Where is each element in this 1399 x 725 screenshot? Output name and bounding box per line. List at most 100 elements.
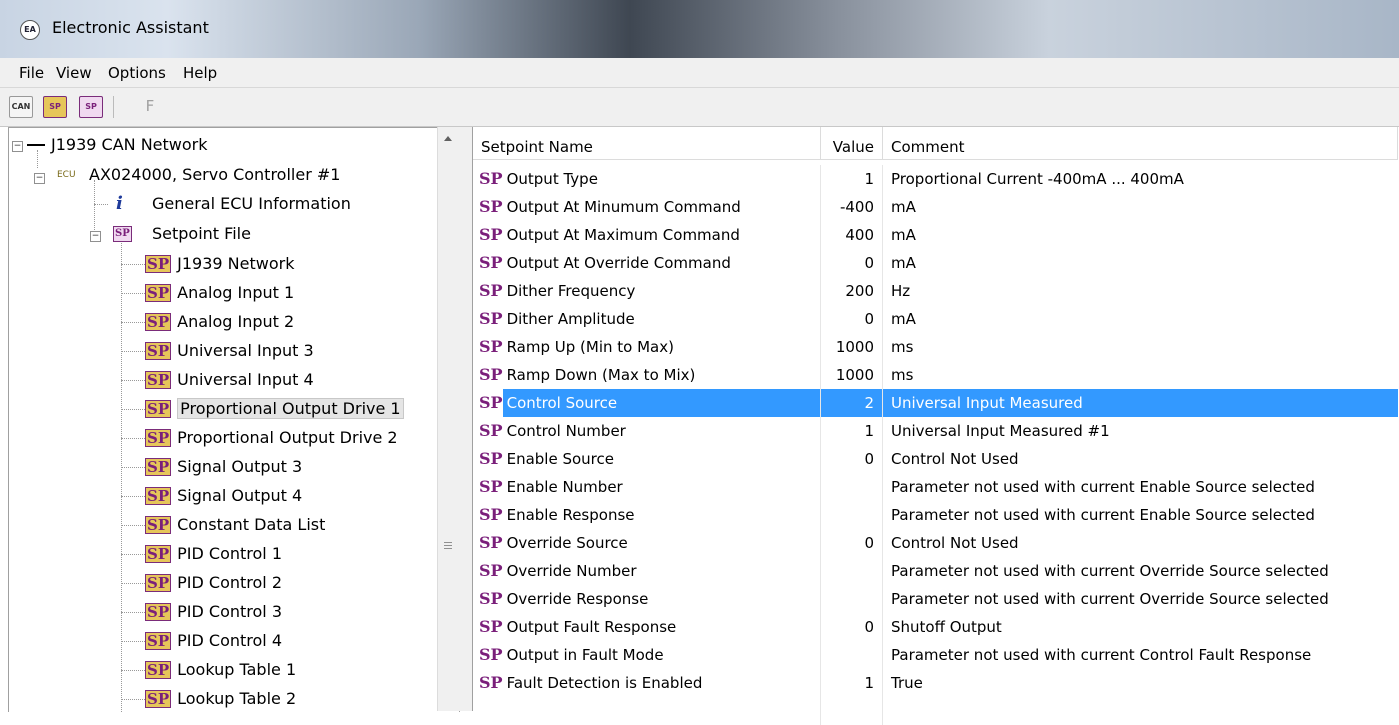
table-row[interactable]: SP Output At Override Command 0 mA — [473, 249, 1398, 277]
setpoint-comment: Parameter not used with current Override… — [891, 590, 1329, 608]
table-row[interactable]: SP Output in Fault Mode Parameter not used… — [473, 641, 1398, 669]
toolbar-separator — [113, 96, 114, 118]
sp-icon: SP — [145, 284, 172, 302]
setpoint-value[interactable]: -400 — [821, 193, 883, 221]
setpoint-comment: Proportional Current -400mA ... 400mA — [891, 170, 1184, 188]
setpoint-value[interactable]: 0 — [821, 529, 883, 557]
setpoint-value[interactable]: 0 — [821, 613, 883, 641]
save-setpoint-file-icon[interactable]: SP — [79, 96, 103, 118]
table-row[interactable]: SP Output Fault Response 0 Shutoff Output — [473, 613, 1398, 641]
scroll-grip-icon[interactable] — [444, 542, 452, 543]
collapse-icon[interactable]: − — [90, 231, 101, 242]
network-line-icon — [27, 144, 45, 146]
setpoint-grid: Setpoint Name Value Comment SP Output Typ… — [472, 127, 1399, 725]
table-row-selected[interactable]: SP Control Source 2 Universal Input Measure… — [473, 389, 1398, 417]
sp-icon: SP — [145, 458, 172, 476]
sp-icon: SP — [479, 337, 503, 356]
setpoint-value[interactable]: 2 — [821, 389, 883, 417]
table-row-empty — [473, 697, 1398, 725]
sp-icon: SP — [479, 645, 503, 664]
table-row[interactable]: SP Output Type 1 Proportional Current -400m… — [473, 165, 1398, 193]
column-header-value[interactable]: Value — [821, 127, 883, 159]
setpoint-name: Dither Frequency — [506, 282, 636, 300]
column-header-name[interactable]: Setpoint Name — [473, 127, 821, 159]
sp-icon: SP — [479, 617, 503, 636]
app-icon: EA — [20, 20, 40, 40]
sp-icon: SP — [479, 533, 503, 552]
info-icon: i — [116, 193, 123, 214]
setpoint-comment: Control Not Used — [891, 450, 1019, 468]
setpoint-value[interactable]: 400 — [821, 221, 883, 249]
tree-item-label: PID Control 3 — [177, 602, 282, 621]
setpoint-name: Enable Source — [506, 450, 614, 468]
setpoint-value[interactable]: 1000 — [821, 361, 883, 389]
pane-splitter[interactable] — [458, 127, 472, 711]
menu-file[interactable]: File — [19, 64, 44, 82]
sp-icon: SP — [145, 690, 172, 708]
table-row[interactable]: SP Enable Response Parameter not used with… — [473, 501, 1398, 529]
table-row[interactable]: SP Override Number Parameter not used with… — [473, 557, 1398, 585]
table-row[interactable]: SP Dither Frequency 200 Hz — [473, 277, 1398, 305]
sp-icon: SP — [145, 603, 172, 621]
flash-button[interactable]: F — [139, 96, 161, 116]
tree-item-label: PID Control 2 — [177, 573, 282, 592]
setpoint-value[interactable] — [821, 585, 883, 613]
setpoint-value[interactable]: 1 — [821, 417, 883, 445]
setpoint-value[interactable]: 0 — [821, 249, 883, 277]
sp-icon: SP — [479, 253, 503, 272]
table-row[interactable]: SP Fault Detection is Enabled 1 True — [473, 669, 1398, 697]
setpoint-name: Dither Amplitude — [506, 310, 635, 328]
sp-icon: SP — [479, 449, 503, 468]
setpoint-value[interactable]: 1 — [821, 669, 883, 697]
tree-item-label: Proportional Output Drive 2 — [177, 428, 398, 447]
table-row[interactable]: SP Dither Amplitude 0 mA — [473, 305, 1398, 333]
setpoint-value[interactable] — [821, 557, 883, 585]
setpoint-value[interactable]: 0 — [821, 305, 883, 333]
table-row[interactable]: SP Enable Source 0 Control Not Used — [473, 445, 1398, 473]
setpoint-comment: True — [891, 674, 923, 692]
can-network-icon[interactable]: CAN — [9, 96, 33, 118]
column-header-comment[interactable]: Comment — [883, 127, 1398, 159]
tree-item-label: PID Control 4 — [177, 631, 282, 650]
setpoint-comment: ms — [891, 366, 914, 384]
setpoint-value[interactable] — [821, 473, 883, 501]
table-row[interactable]: SP Override Response Parameter not used wi… — [473, 585, 1398, 613]
table-row[interactable]: SP Control Number 1 Universal Input Measure… — [473, 417, 1398, 445]
collapse-icon[interactable]: − — [12, 141, 23, 152]
tree-scrollbar[interactable] — [437, 127, 458, 711]
setpoint-name: Output in Fault Mode — [506, 646, 664, 664]
title-bar: EA Electronic Assistant — [0, 0, 1399, 58]
table-row[interactable]: SP Enable Number Parameter not used with c… — [473, 473, 1398, 501]
collapse-icon[interactable]: − — [34, 173, 45, 184]
sp-icon: SP — [145, 400, 172, 418]
sp-icon: SP — [145, 545, 172, 563]
sp-icon: SP — [479, 393, 503, 412]
setpoint-value[interactable]: 0 — [821, 445, 883, 473]
table-row[interactable]: SP Ramp Up (Min to Max) 1000 ms — [473, 333, 1398, 361]
sp-icon: SP — [479, 589, 503, 608]
setpoint-value[interactable]: 200 — [821, 277, 883, 305]
scroll-up-arrow-icon[interactable] — [444, 136, 452, 141]
menu-options[interactable]: Options — [108, 64, 166, 82]
sp-icon: SP — [479, 281, 503, 300]
menu-help[interactable]: Help — [183, 64, 217, 82]
setpoint-value[interactable] — [821, 641, 883, 669]
setpoint-comment: Universal Input Measured #1 — [891, 422, 1110, 440]
setpoint-file-icon: SP — [113, 226, 132, 242]
setpoint-value[interactable]: 1 — [821, 165, 883, 193]
sp-icon: SP — [479, 197, 503, 216]
sp-icon: SP — [145, 342, 172, 360]
table-row[interactable]: SP Ramp Down (Max to Mix) 1000 ms — [473, 361, 1398, 389]
table-row[interactable]: SP Override Source 0 Control Not Used — [473, 529, 1398, 557]
table-row[interactable]: SP Output At Maximum Command 400 mA — [473, 221, 1398, 249]
open-setpoint-file-icon[interactable]: SP — [43, 96, 67, 118]
sp-icon: SP — [145, 371, 172, 389]
grid-header: Setpoint Name Value Comment — [473, 127, 1398, 160]
menu-view[interactable]: View — [56, 64, 92, 82]
table-row[interactable]: SP Output At Minumum Command -400 mA — [473, 193, 1398, 221]
setpoint-value[interactable] — [821, 501, 883, 529]
setpoint-comment: Shutoff Output — [891, 618, 1002, 636]
tree-item-label: Analog Input 1 — [177, 283, 295, 302]
setpoint-name: Override Source — [506, 534, 628, 552]
setpoint-value[interactable]: 1000 — [821, 333, 883, 361]
